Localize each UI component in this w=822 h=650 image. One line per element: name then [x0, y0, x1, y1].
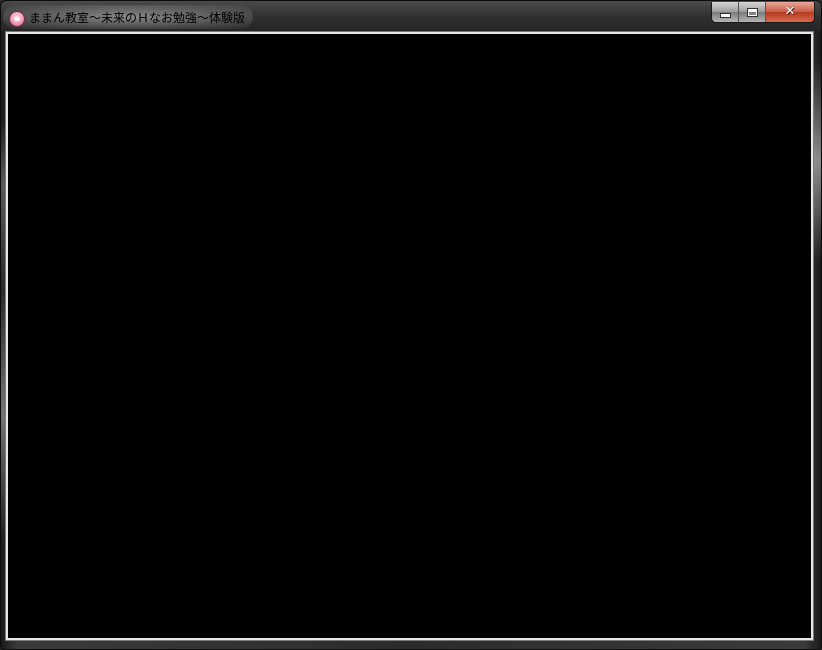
minimize-button[interactable] [712, 2, 739, 22]
app-window: ままん教室～未来のＨなお勉強～体験版 ✕ [0, 0, 822, 650]
app-character-icon[interactable] [9, 11, 25, 27]
maximize-button[interactable] [739, 2, 766, 22]
frame-highlight-right [813, 61, 821, 261]
minimize-icon [719, 12, 731, 18]
maximize-icon [746, 7, 758, 17]
caption-buttons: ✕ [711, 2, 815, 23]
client-frame [6, 32, 813, 640]
window-title: ままん教室～未来のＨなお勉強～体験版 [29, 11, 246, 25]
close-button[interactable]: ✕ [766, 2, 814, 22]
close-icon: ✕ [784, 4, 796, 19]
title-bar[interactable]: ままん教室～未来のＨなお勉強～体験版 ✕ [1, 1, 821, 31]
game-canvas[interactable] [8, 34, 811, 638]
